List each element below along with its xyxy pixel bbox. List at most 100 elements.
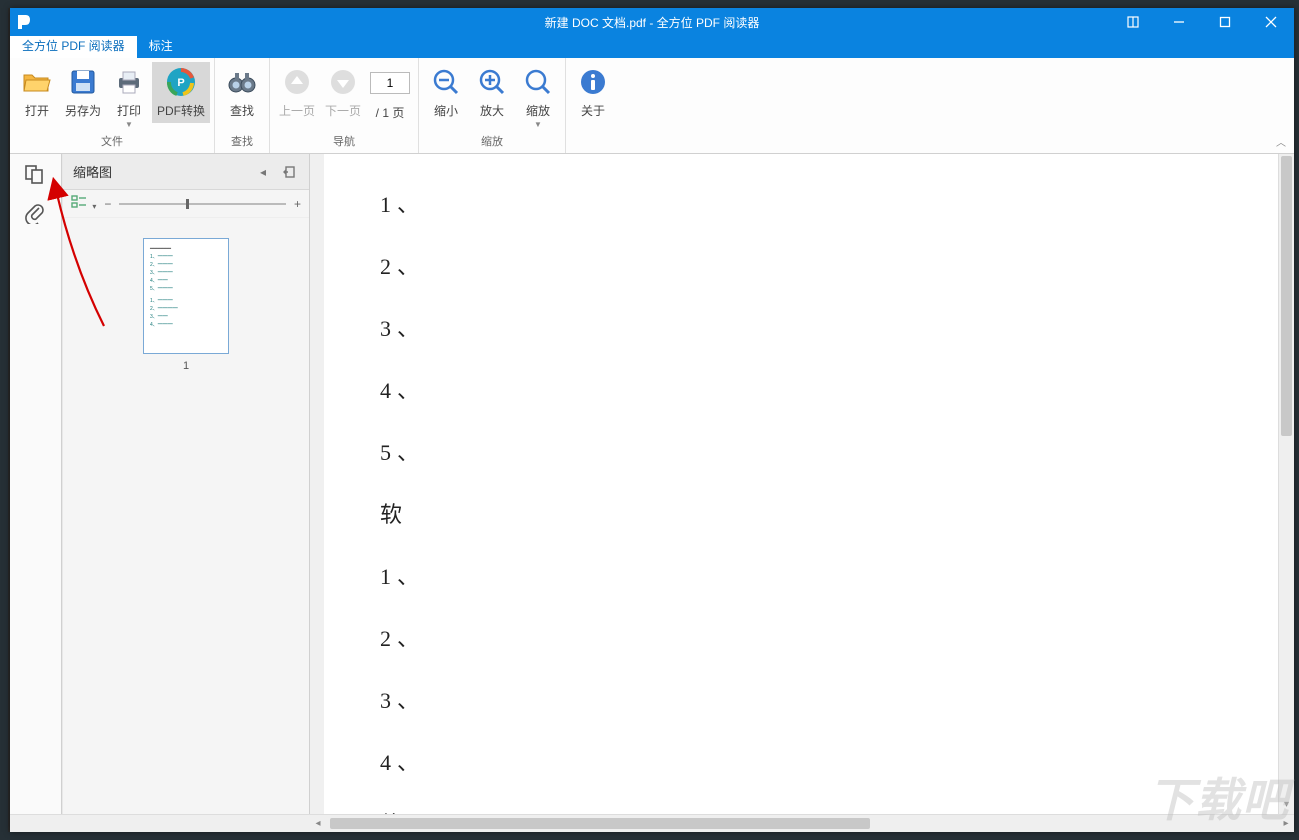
zoom-out-label: 缩小: [434, 102, 458, 119]
tab-annotate[interactable]: 标注: [137, 33, 185, 58]
app-logo-icon: [14, 12, 34, 32]
bottom-bar: ◂ ▸: [10, 814, 1294, 832]
title-bar: 新建 DOC 文档.pdf - 全方位 PDF 阅读器: [10, 8, 1294, 36]
thumbnail-panel: 缩略图 ◂ ▾ − + ━━━━━━━: [62, 154, 310, 814]
zoom-out-icon: [430, 66, 462, 98]
ribbon-toolbar: 打开 另存为 打印 ▼ P: [10, 58, 1294, 154]
thumbnail-options-icon[interactable]: ▾: [71, 195, 96, 212]
ribbon-group-find: 查找 查找: [215, 58, 270, 153]
zoom-level-button[interactable]: 缩放 ▼: [515, 62, 561, 131]
attachments-tab-icon[interactable]: [24, 202, 48, 226]
thumbnail-title: 缩略图: [73, 162, 112, 181]
horizontal-scroll-thumb[interactable]: [330, 818, 870, 829]
ribbon-group-zoom: 缩小 放大 缩放 ▼ 缩放: [419, 58, 566, 153]
page-number-control: / 1 页: [366, 62, 414, 125]
document-line: 3、: [380, 670, 1222, 732]
thumbnail-size-slider[interactable]: [119, 203, 286, 205]
thumbnail-panel-header: 缩略图 ◂: [63, 154, 309, 190]
info-icon: [577, 66, 609, 98]
sidebar-strip: [10, 154, 62, 814]
document-line: 3、: [380, 298, 1222, 360]
thumbnail-page-1[interactable]: ━━━━━━━ 1、━━━2、━━━3、━━━4、━━5、━━━ 1、━━━2、…: [143, 238, 229, 354]
vertical-scrollbar[interactable]: ▾: [1278, 154, 1294, 814]
document-viewer: 1、2、3、4、5、软1、2、3、4、软 ▾: [310, 154, 1294, 814]
chevron-down-icon: ▼: [534, 123, 542, 127]
printer-icon: [113, 66, 145, 98]
folder-open-icon: [21, 66, 53, 98]
panel-pop-out-icon[interactable]: [279, 162, 299, 182]
zoom-out-button[interactable]: 缩小: [423, 62, 469, 123]
next-page-button[interactable]: 下一页: [320, 62, 366, 123]
save-as-button[interactable]: 另存为: [60, 62, 106, 123]
open-button[interactable]: 打开: [14, 62, 60, 123]
zoom-in-label: 放大: [480, 102, 504, 119]
next-page-label: 下一页: [325, 102, 361, 119]
window-maximize-button[interactable]: [1202, 8, 1248, 36]
find-label: 查找: [230, 102, 254, 119]
pdf-convert-button[interactable]: P PDF转换: [152, 62, 210, 123]
find-group-label: 查找: [231, 131, 253, 153]
file-group-label: 文件: [101, 131, 123, 153]
document-line: 4、: [380, 732, 1222, 794]
open-label: 打开: [25, 102, 49, 119]
document-page: 1、2、3、4、5、软1、2、3、4、软: [324, 154, 1278, 814]
document-line: 2、: [380, 608, 1222, 670]
thumbnail-list: ━━━━━━━ 1、━━━2、━━━3、━━━4、━━5、━━━ 1、━━━2、…: [63, 218, 309, 814]
ribbon-tabs: 全方位 PDF 阅读器 标注: [10, 36, 1294, 58]
document-line: 软: [380, 484, 1222, 546]
scroll-left-icon[interactable]: ◂: [310, 815, 326, 832]
zoom-in-icon: [476, 66, 508, 98]
save-icon: [67, 66, 99, 98]
about-button[interactable]: 关于: [570, 62, 616, 123]
document-line: 5、: [380, 422, 1222, 484]
window-title: 新建 DOC 文档.pdf - 全方位 PDF 阅读器: [545, 14, 760, 31]
scroll-right-icon[interactable]: ▸: [1278, 815, 1294, 832]
zoom-in-button[interactable]: 放大: [469, 62, 515, 123]
page-count-label: / 1 页: [376, 104, 405, 121]
window-minimize-button[interactable]: [1156, 8, 1202, 36]
document-line: 4、: [380, 360, 1222, 422]
window-controls: [1110, 8, 1294, 36]
document-line: 1、: [380, 546, 1222, 608]
nav-group-label: 导航: [333, 131, 355, 153]
document-line: 软: [380, 794, 1222, 814]
save-as-label: 另存为: [65, 102, 101, 119]
about-label: 关于: [581, 102, 605, 119]
convert-icon: P: [165, 66, 197, 98]
scroll-down-icon[interactable]: ▾: [1279, 796, 1294, 812]
convert-label: PDF转换: [157, 102, 205, 119]
horizontal-scrollbar[interactable]: ◂ ▸: [310, 815, 1294, 832]
thumb-zoom-in-icon[interactable]: +: [294, 197, 301, 211]
tab-reader[interactable]: 全方位 PDF 阅读器: [10, 33, 137, 58]
print-button[interactable]: 打印 ▼: [106, 62, 152, 131]
app-window: 新建 DOC 文档.pdf - 全方位 PDF 阅读器 全方位 PDF 阅读器 …: [10, 8, 1294, 832]
ribbon-group-file: 打开 另存为 打印 ▼ P: [10, 58, 215, 153]
ribbon-group-nav: 上一页 下一页 / 1 页 导航: [270, 58, 419, 153]
vertical-scroll-thumb[interactable]: [1281, 156, 1292, 436]
prev-page-label: 上一页: [279, 102, 315, 119]
slider-thumb[interactable]: [186, 199, 189, 209]
binoculars-icon: [226, 66, 258, 98]
chevron-down-icon: ▼: [125, 123, 133, 127]
thumbnail-page-number: 1: [83, 360, 289, 372]
page-number-input[interactable]: [370, 72, 410, 94]
arrow-down-icon: [327, 66, 359, 98]
window-tabgroup-button[interactable]: [1110, 8, 1156, 36]
ribbon-group-about: 关于: [566, 58, 620, 153]
print-label: 打印: [117, 102, 141, 119]
document-line: 2、: [380, 236, 1222, 298]
zoom-group-label: 缩放: [481, 131, 503, 153]
magnifier-icon: [522, 66, 554, 98]
arrow-up-icon: [281, 66, 313, 98]
find-button[interactable]: 查找: [219, 62, 265, 123]
thumbnail-toolbar: ▾ − +: [63, 190, 309, 218]
document-line: 1、: [380, 174, 1222, 236]
zoom-level-label: 缩放: [526, 102, 550, 119]
document-scroll-area[interactable]: 1、2、3、4、5、软1、2、3、4、软: [310, 154, 1278, 814]
ribbon-collapse-button[interactable]: ︿: [1276, 134, 1286, 149]
window-close-button[interactable]: [1248, 8, 1294, 36]
panel-collapse-icon[interactable]: ◂: [253, 162, 273, 182]
thumbnails-tab-icon[interactable]: [24, 164, 48, 188]
prev-page-button[interactable]: 上一页: [274, 62, 320, 123]
thumb-zoom-out-icon[interactable]: −: [104, 197, 111, 211]
